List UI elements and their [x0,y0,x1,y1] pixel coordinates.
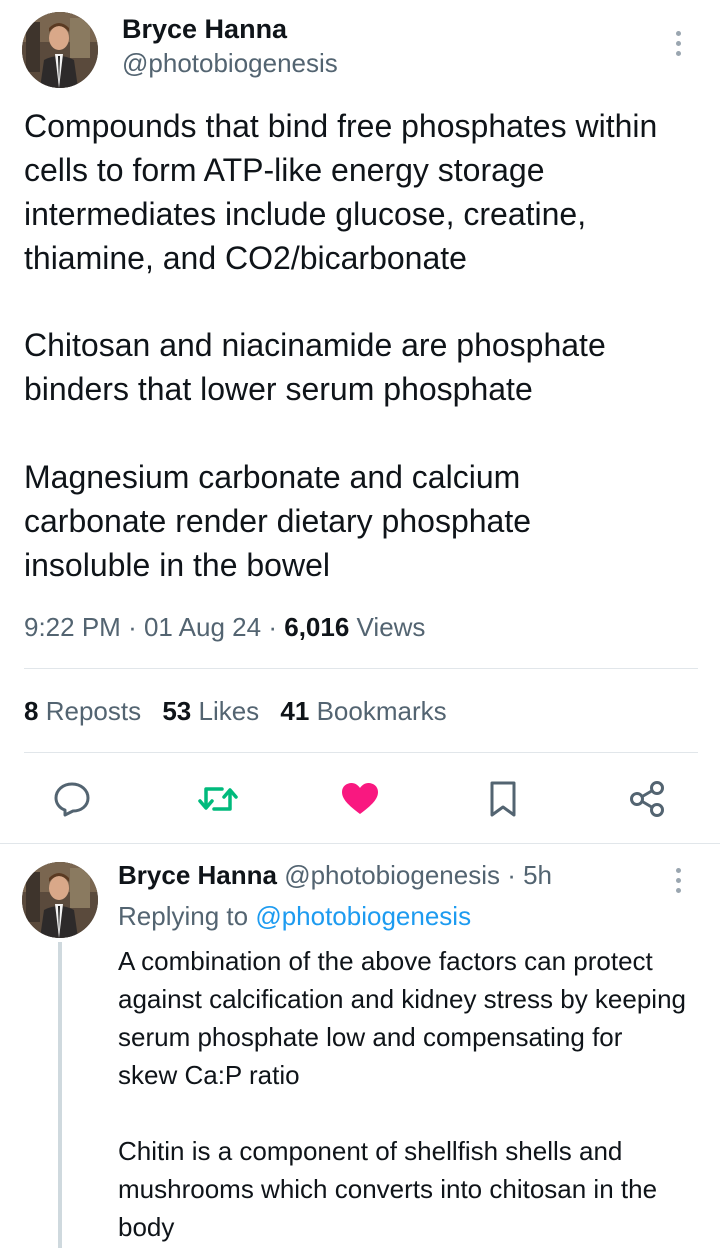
reposts-label: Reposts [45,696,142,726]
more-options-icon[interactable] [676,31,681,56]
like-icon [342,783,378,814]
tweet-paragraph: Compounds that bind free phosphates with… [24,108,667,276]
reply-age[interactable]: · 5h [507,860,552,890]
reply-author-handle[interactable]: @photobiogenesis [284,860,500,890]
reply-icon [54,782,90,817]
bookmark-button[interactable] [488,780,518,818]
separator: · [268,612,277,642]
tweet-time[interactable]: 9:22 PM [24,612,121,642]
reply-paragraph: A combination of the above factors can p… [118,946,694,1090]
tweet-paragraph: Magnesium carbonate and calcium carbonat… [24,459,540,583]
author-name[interactable]: Bryce Hanna [122,14,287,45]
repost-icon [198,787,238,811]
share-button[interactable] [628,780,666,818]
share-icon [630,781,664,817]
reply-author-name[interactable]: Bryce Hanna [118,860,277,890]
profile-photo [22,862,98,938]
views-label: Views [356,612,426,642]
replying-to-handle[interactable]: @photobiogenesis [255,901,471,931]
likes-stat[interactable]: 53 Likes [162,696,266,726]
separator: · [128,612,137,642]
reply-paragraph: Chitin is a component of shellfish shell… [118,1136,665,1242]
views-count: 6,016 [284,612,350,642]
engagement-stats: 8 Reposts 53 Likes 41 Bookmarks [24,696,447,727]
avatar[interactable] [22,12,98,88]
tweet-paragraph: Chitosan and niacinamide are phosphate b… [24,327,615,407]
tweet-meta: 9:22 PM · 01 Aug 24 · 6,016 Views [24,612,425,643]
reply-button[interactable] [53,781,91,817]
repost-button[interactable] [196,781,240,817]
bookmark-icon [490,781,516,817]
like-button[interactable] [340,781,380,817]
reposts-stat[interactable]: 8 Reposts [24,696,148,726]
bookmarks-label: Bookmarks [316,696,447,726]
likes-label: Likes [198,696,260,726]
replying-to-label: Replying to [118,901,249,931]
thread-line [58,942,62,1248]
divider [0,843,720,844]
likes-count: 53 [162,696,192,726]
reply-avatar[interactable] [22,862,98,938]
bookmarks-stat[interactable]: 41 Bookmarks [280,696,446,726]
replying-to: Replying to @photobiogenesis [118,901,471,932]
divider [24,752,698,753]
divider [24,668,698,669]
bookmarks-count: 41 [280,696,310,726]
tweet-date[interactable]: 01 Aug 24 [144,612,261,642]
profile-photo [22,12,98,88]
reply-header: Bryce Hanna @photobiogenesis · 5h [118,860,552,891]
reposts-count: 8 [24,696,39,726]
author-handle[interactable]: @photobiogenesis [122,48,338,79]
reply-more-options-icon[interactable] [676,868,681,893]
